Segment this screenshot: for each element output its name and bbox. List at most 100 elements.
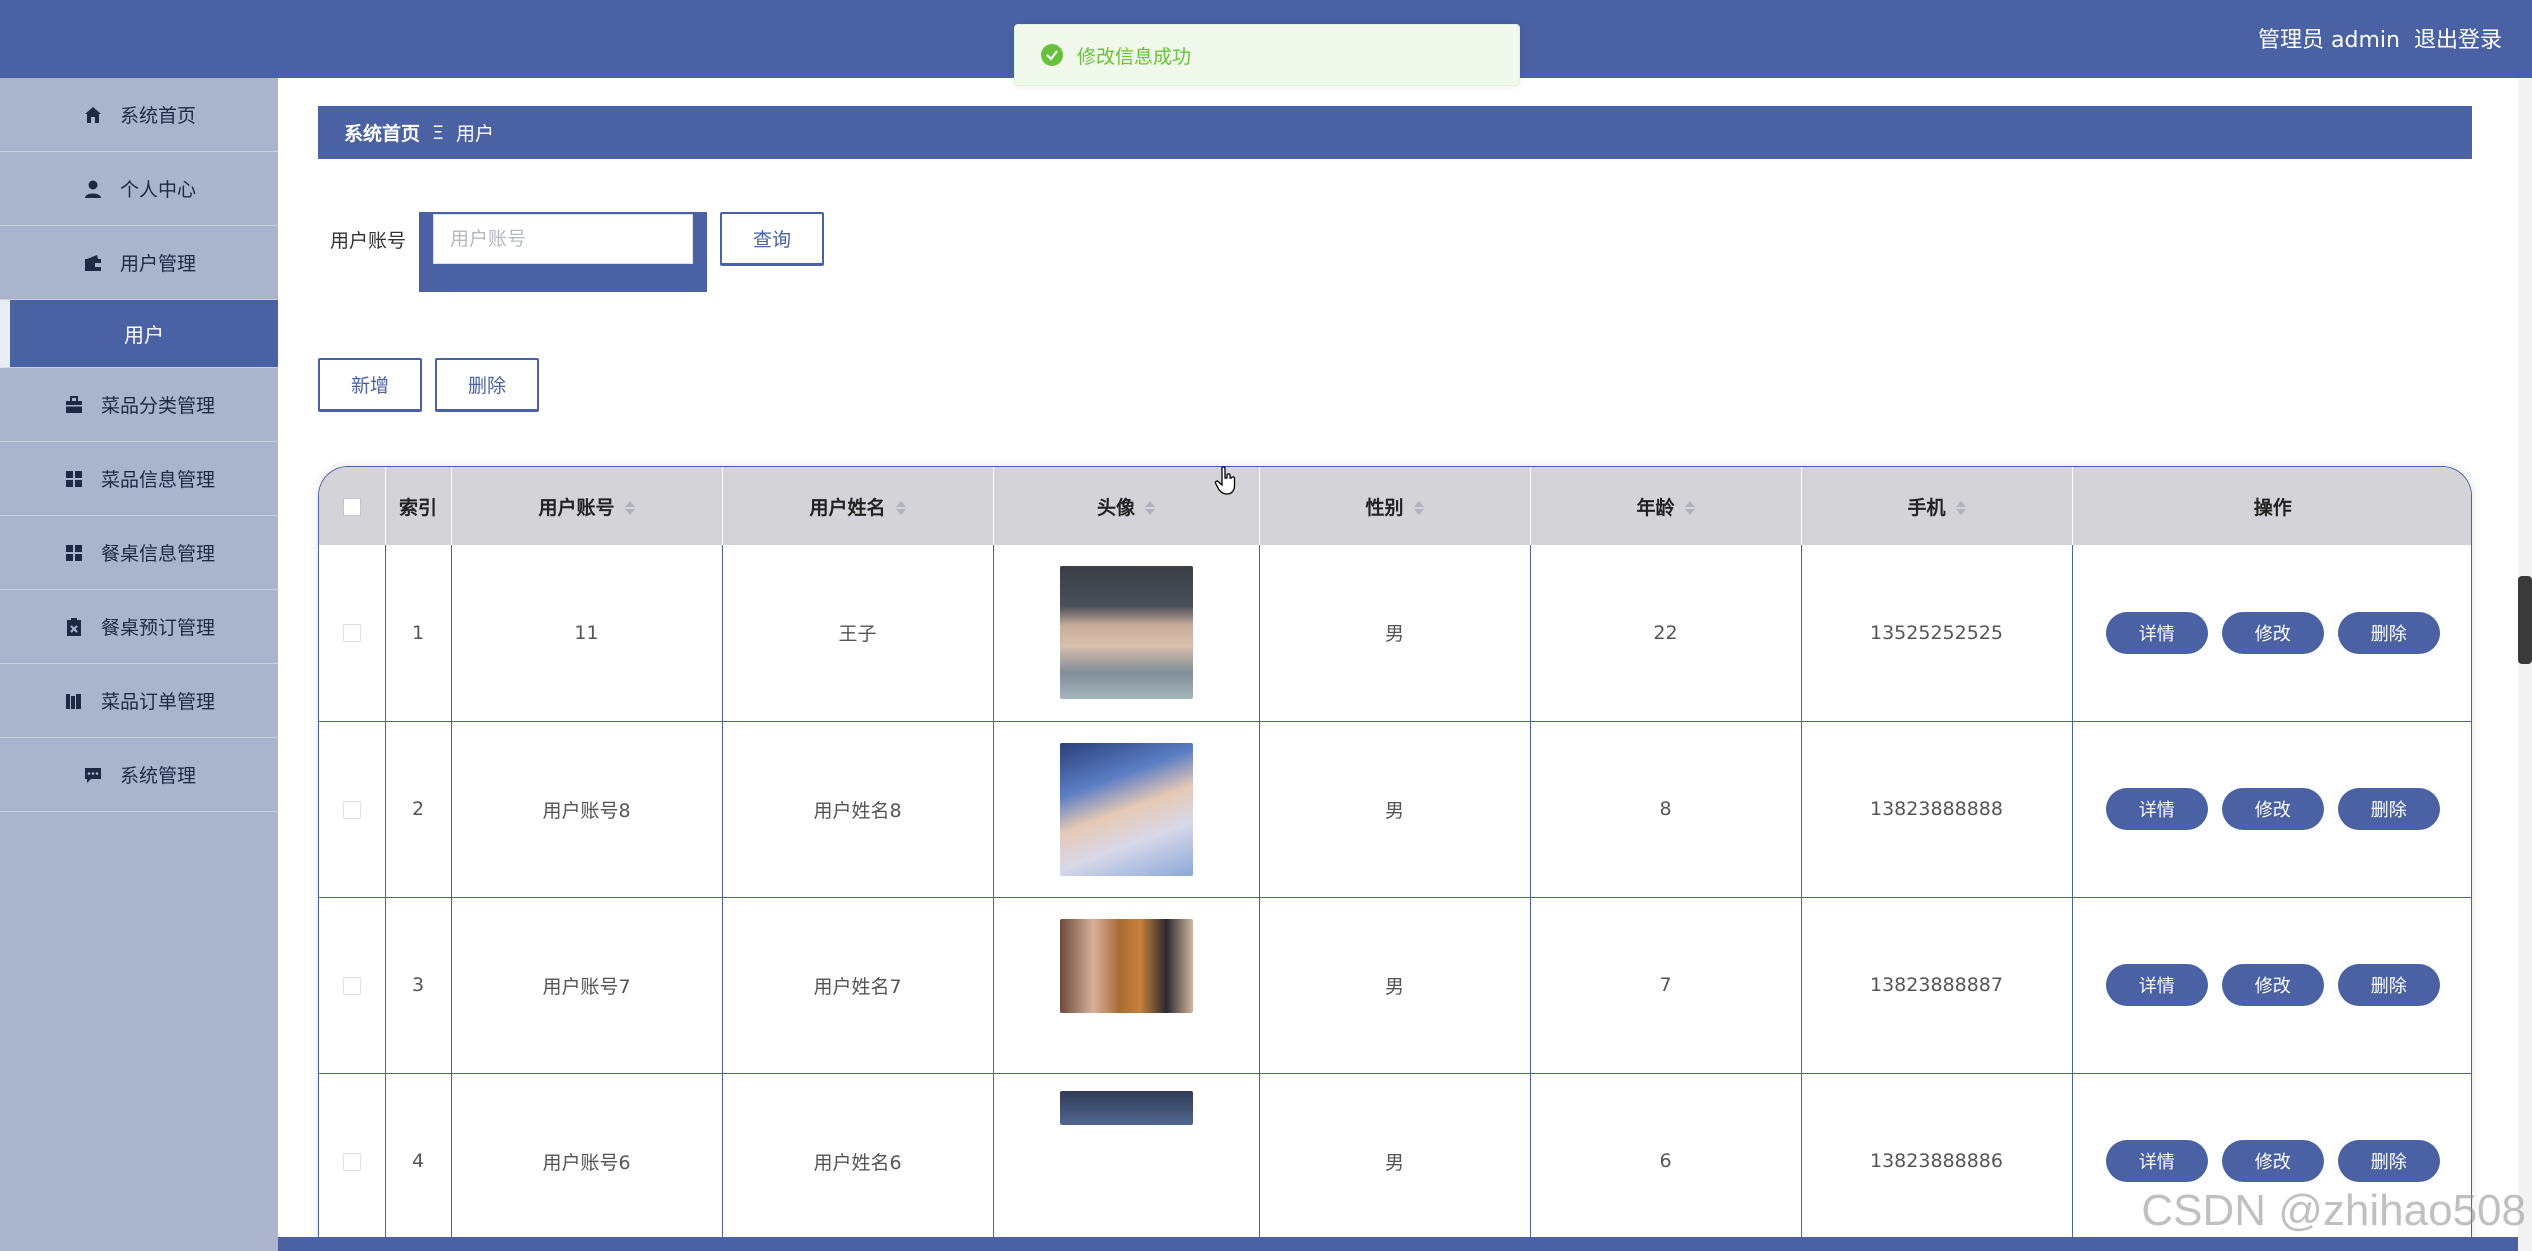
- header-label: 年龄: [1636, 496, 1675, 519]
- row-delete-button[interactable]: 删除: [2337, 788, 2440, 830]
- delete-button[interactable]: 删除: [435, 358, 539, 412]
- avatar-image: [1059, 919, 1193, 1013]
- sidebar-item-user-management[interactable]: 用户管理: [0, 226, 278, 300]
- sidebar-item-label: 餐桌预订管理: [100, 617, 215, 639]
- breadcrumb-home[interactable]: 系统首页: [344, 119, 420, 146]
- add-button[interactable]: 新增: [318, 358, 422, 412]
- cell-actions: 详情 修改 删除: [2072, 897, 2471, 1074]
- detail-button[interactable]: 详情: [2105, 611, 2208, 654]
- row-checkbox[interactable]: [342, 624, 361, 643]
- row-checkbox[interactable]: [342, 800, 361, 819]
- cell-avatar: [993, 545, 1260, 722]
- cell-name: 用户姓名6: [722, 1073, 994, 1250]
- avatar-image: [1059, 566, 1193, 700]
- search-input[interactable]: [433, 214, 693, 264]
- watermark: CSDN @zhihao508: [2141, 1186, 2526, 1235]
- search-label: 用户账号: [330, 230, 407, 252]
- sidebar: 系统首页 个人中心 用户管理 用户 菜品分类管理 菜品信息管理 餐桌信息管理 餐…: [0, 78, 278, 1251]
- table-row: 2 用户账号8 用户姓名8 男 8 13823888888 详情 修改 删除: [319, 721, 2471, 898]
- sort-icon[interactable]: [1955, 501, 1966, 515]
- success-toast: 修改信息成功: [1014, 24, 1520, 86]
- cell-account: 11: [451, 545, 723, 722]
- header-phone[interactable]: 手机: [1801, 467, 2073, 545]
- row-checkbox[interactable]: [342, 976, 361, 995]
- row-delete-button[interactable]: 删除: [2337, 1140, 2440, 1182]
- sidebar-item-dish-orders[interactable]: 菜品订单管理: [0, 664, 278, 738]
- chat-icon: [82, 764, 104, 786]
- sort-icon[interactable]: [1413, 501, 1424, 515]
- header-gender[interactable]: 性别: [1259, 467, 1531, 545]
- sidebar-item-home[interactable]: 系统首页: [0, 78, 278, 152]
- cell-account: 用户账号8: [451, 721, 723, 898]
- sidebar-item-dish-info[interactable]: 菜品信息管理: [0, 442, 278, 516]
- sidebar-item-table-booking[interactable]: 餐桌预订管理: [0, 590, 278, 664]
- header-age[interactable]: 年龄: [1530, 467, 1802, 545]
- hand-cursor-icon: [1214, 466, 1238, 500]
- row-select-cell: [319, 545, 386, 722]
- cell-phone: 13525252525: [1801, 545, 2073, 722]
- scrollbar-thumb[interactable]: [2518, 576, 2532, 664]
- sidebar-item-dish-category[interactable]: 菜品分类管理: [0, 368, 278, 442]
- sidebar-item-table-info[interactable]: 餐桌信息管理: [0, 516, 278, 590]
- cell-phone: 13823888887: [1801, 897, 2073, 1074]
- toast-message: 修改信息成功: [1077, 45, 1192, 68]
- row-select-cell: [319, 721, 386, 898]
- users-table: 索引 用户账号 用户姓名 头像 性别 年龄 手机 操作 1 11 王子 男 22…: [318, 466, 2472, 1251]
- books-icon: [63, 690, 85, 712]
- header-label: 手机: [1907, 496, 1946, 519]
- header-label: 性别: [1365, 496, 1404, 519]
- sort-icon[interactable]: [895, 501, 906, 515]
- cell-account: 用户账号6: [451, 1073, 723, 1250]
- grid-icon: [63, 468, 85, 490]
- grid-icon: [63, 542, 85, 564]
- cell-index: 1: [385, 545, 452, 722]
- cell-phone: 13823888888: [1801, 721, 2073, 898]
- cell-age: 22: [1530, 545, 1802, 722]
- detail-button[interactable]: 详情: [2105, 964, 2208, 1006]
- detail-button[interactable]: 详情: [2105, 788, 2208, 830]
- sort-icon[interactable]: [1684, 501, 1695, 515]
- breadcrumb-separator: Ξ: [432, 121, 445, 144]
- sidebar-item-system[interactable]: 系统管理: [0, 738, 278, 812]
- cell-age: 6: [1530, 1073, 1802, 1250]
- cell-account: 用户账号7: [451, 897, 723, 1074]
- scrollbar-track[interactable]: [2518, 78, 2532, 1251]
- header-label: 头像: [1096, 496, 1135, 519]
- select-all-checkbox[interactable]: [342, 497, 361, 516]
- cell-name: 王子: [722, 545, 994, 722]
- edit-button[interactable]: 修改: [2221, 788, 2324, 830]
- sidebar-item-label: 菜品分类管理: [100, 395, 215, 417]
- breadcrumb-current: 用户: [456, 123, 495, 145]
- user-role: 管理员 admin: [2258, 28, 2400, 53]
- sidebar-item-label: 个人中心: [119, 179, 196, 201]
- sort-icon[interactable]: [624, 501, 635, 515]
- sidebar-item-label: 菜品订单管理: [100, 691, 215, 713]
- query-button[interactable]: 查询: [720, 212, 824, 266]
- user-icon: [82, 178, 104, 200]
- sidebar-item-users[interactable]: 用户: [0, 300, 278, 368]
- cell-age: 7: [1530, 897, 1802, 1074]
- logout-link[interactable]: 退出登录: [2414, 22, 2502, 54]
- cell-phone: 13823888886: [1801, 1073, 2073, 1250]
- table-row: 3 用户账号7 用户姓名7 男 7 13823888887 详情 修改 删除: [319, 897, 2471, 1074]
- sidebar-item-label: 餐桌信息管理: [100, 543, 215, 565]
- cell-gender: 男: [1259, 721, 1531, 898]
- sort-icon[interactable]: [1145, 501, 1155, 515]
- edit-button[interactable]: 修改: [2221, 611, 2324, 654]
- detail-button[interactable]: 详情: [2105, 1140, 2208, 1182]
- sidebar-item-label: 用户管理: [119, 253, 196, 275]
- sidebar-item-profile[interactable]: 个人中心: [0, 152, 278, 226]
- cell-index: 2: [385, 721, 452, 898]
- edit-button[interactable]: 修改: [2221, 964, 2324, 1006]
- header-name[interactable]: 用户姓名: [722, 467, 994, 545]
- cell-name: 用户姓名8: [722, 721, 994, 898]
- clipboard-icon: [63, 616, 85, 638]
- edit-button[interactable]: 修改: [2221, 1140, 2324, 1182]
- row-delete-button[interactable]: 删除: [2337, 611, 2440, 654]
- breadcrumb: 系统首页 Ξ 用户: [318, 106, 2472, 159]
- header-account[interactable]: 用户账号: [451, 467, 723, 545]
- row-delete-button[interactable]: 删除: [2337, 964, 2440, 1006]
- user-area: 管理员 admin 退出登录: [2258, 22, 2502, 54]
- row-checkbox[interactable]: [342, 1152, 361, 1171]
- cell-actions: 详情 修改 删除: [2072, 721, 2471, 898]
